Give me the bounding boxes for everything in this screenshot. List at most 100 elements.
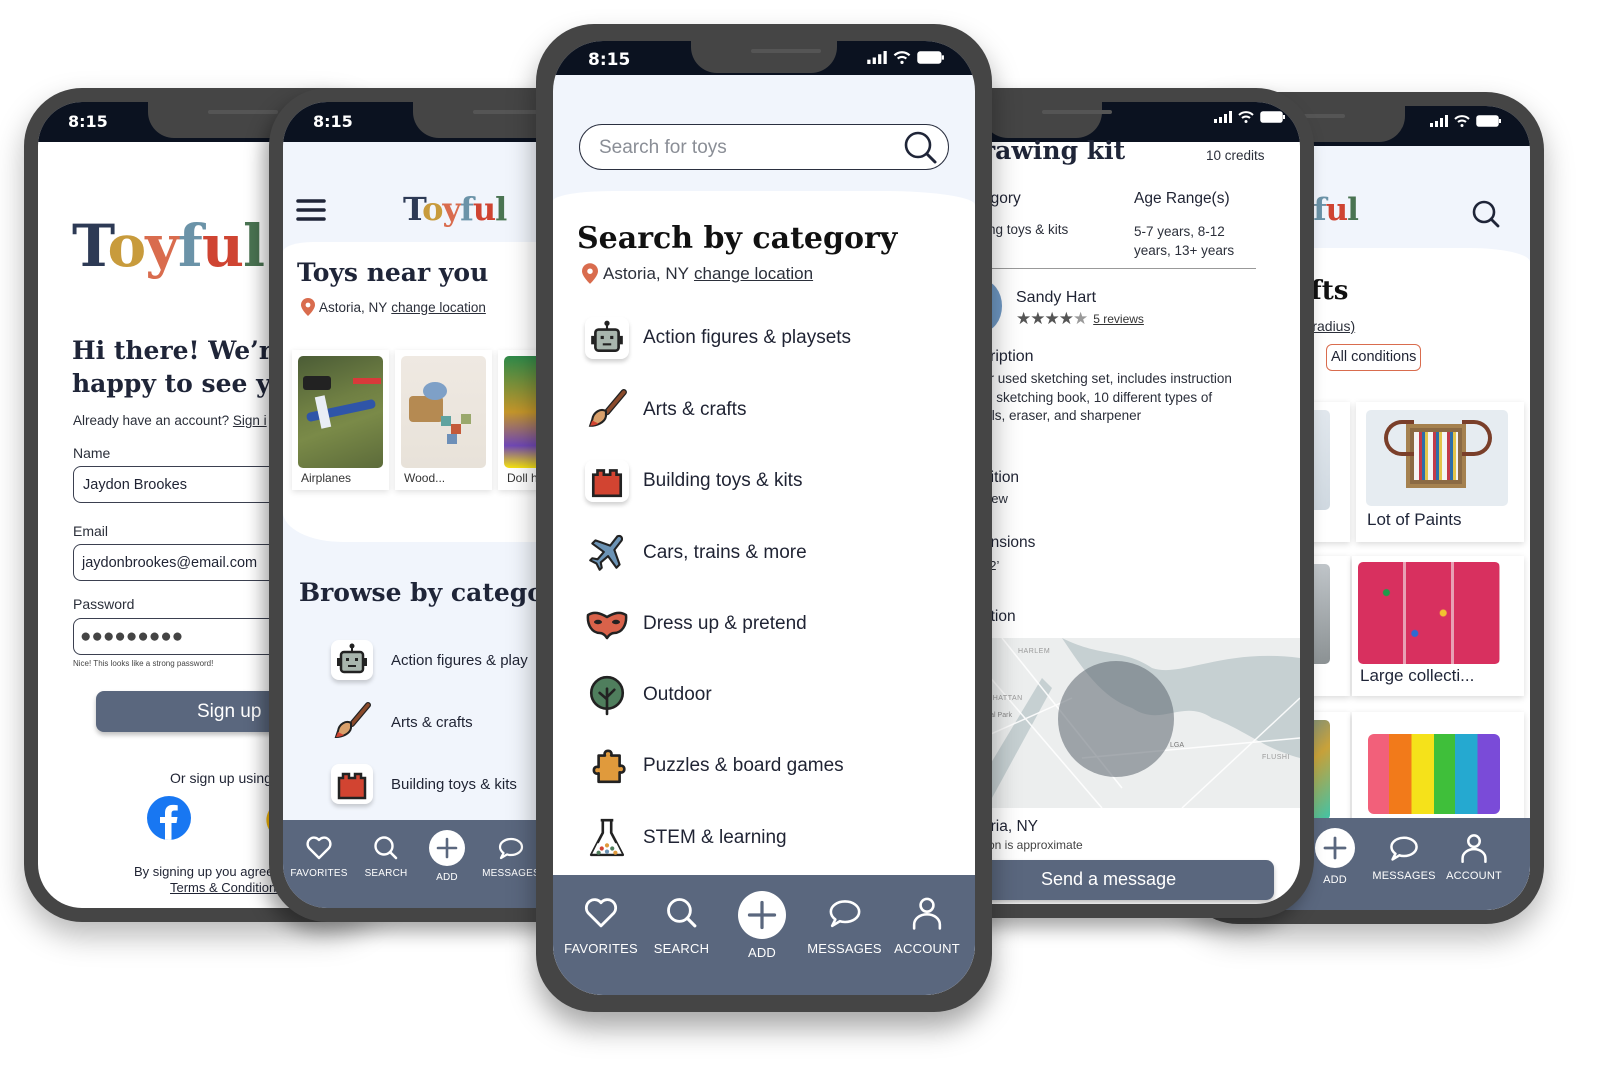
building-block-icon bbox=[331, 764, 373, 804]
category-item[interactable]: Action figures & playsets bbox=[585, 317, 851, 359]
browse-by-category-title: Browse by catego bbox=[299, 578, 544, 607]
notch bbox=[982, 102, 1112, 138]
nav-search[interactable]: SEARCH bbox=[644, 895, 720, 956]
nav-favorites[interactable]: FAVORITES bbox=[283, 834, 355, 879]
beads-image bbox=[1358, 562, 1500, 664]
nav-account[interactable]: ACCOUNT bbox=[889, 895, 965, 956]
change-location-link[interactable]: change location bbox=[391, 300, 486, 315]
menu-button[interactable] bbox=[296, 198, 326, 222]
map-label-harlem: HARLEM bbox=[1018, 648, 1051, 655]
seller-rating: ★★★★★ 5 reviews bbox=[1016, 309, 1144, 329]
chat-bubble-icon bbox=[498, 837, 524, 860]
detail-screen: 15 rawing kit 10 credits egory ling toys… bbox=[982, 102, 1300, 904]
status-icons bbox=[867, 51, 945, 64]
battery-icon bbox=[1260, 111, 1285, 123]
item-title: rawing kit bbox=[982, 136, 1126, 165]
change-location-link[interactable]: change location bbox=[694, 264, 813, 284]
heart-icon bbox=[584, 898, 618, 928]
reviews-link[interactable]: 5 reviews bbox=[1093, 312, 1144, 326]
robot-icon bbox=[585, 317, 629, 359]
search-button[interactable] bbox=[1470, 198, 1502, 230]
nav-messages[interactable]: MESSAGES bbox=[805, 895, 885, 956]
filter-chip-all-conditions[interactable]: All conditions bbox=[1326, 344, 1422, 371]
category-item[interactable]: Outdoor bbox=[585, 674, 712, 716]
location-pin-icon bbox=[301, 298, 315, 316]
signup-heading: Hi there! We’re happy to see yo bbox=[72, 336, 288, 398]
hamburger-icon bbox=[296, 199, 326, 221]
terms-link[interactable]: Terms & Conditions bbox=[170, 880, 283, 895]
add-icon bbox=[1315, 828, 1355, 868]
chat-bubble-icon bbox=[829, 900, 860, 928]
person-icon bbox=[1461, 834, 1487, 863]
airplane-icon bbox=[585, 532, 629, 574]
sign-in-link[interactable]: Sign i bbox=[233, 413, 267, 428]
category-item[interactable]: Action figures & play bbox=[331, 640, 528, 680]
battery-icon bbox=[1476, 115, 1501, 127]
paintbrush-icon bbox=[585, 389, 629, 431]
location-row: Astoria, NY change location bbox=[582, 263, 813, 284]
location-map[interactable]: HARLEM ANHATTAN ntral Park LGA FLUSHI bbox=[982, 638, 1300, 808]
category-item[interactable]: Cars, trains & more bbox=[585, 532, 807, 574]
category-item[interactable]: Arts & crafts bbox=[331, 702, 473, 742]
notch bbox=[691, 41, 837, 73]
location-pin-icon bbox=[582, 263, 598, 284]
battery-icon bbox=[917, 51, 944, 64]
paintbrush-icon bbox=[331, 702, 373, 742]
robot-icon bbox=[331, 640, 373, 680]
nav-messages[interactable]: MESSAGES bbox=[477, 834, 545, 879]
result-card[interactable]: Large collecti... bbox=[1352, 556, 1524, 696]
category-item[interactable]: STEM & learning bbox=[585, 817, 787, 859]
chat-bubble-icon bbox=[1390, 836, 1418, 861]
seller-name: Sandy Hart bbox=[1016, 289, 1097, 306]
facebook-icon bbox=[160, 804, 178, 840]
toy-card[interactable]: Airplanes bbox=[292, 350, 389, 490]
facebook-button[interactable] bbox=[147, 796, 191, 840]
toyful-logo: Toyful bbox=[72, 212, 265, 280]
nav-add[interactable]: ADD bbox=[417, 830, 477, 883]
tree-icon bbox=[585, 674, 629, 716]
divider bbox=[982, 268, 1256, 269]
wifi-icon bbox=[893, 51, 911, 64]
category-item[interactable]: Puzzles & board games bbox=[585, 745, 844, 787]
location-row: Astoria, NY change location bbox=[301, 298, 486, 316]
status-time: 8:15 bbox=[588, 50, 631, 70]
search-screen: 8:15 Search for toys Search by category … bbox=[553, 41, 975, 995]
map-label-lga: LGA bbox=[1170, 742, 1185, 749]
wifi-icon bbox=[1238, 111, 1254, 123]
signal-icon bbox=[867, 51, 887, 64]
category-item[interactable]: Arts & crafts bbox=[585, 389, 746, 431]
location-note: tion is approximate bbox=[982, 838, 1083, 852]
add-icon bbox=[738, 891, 786, 939]
mask-icon bbox=[585, 603, 629, 645]
category-item[interactable]: Dress up & pretend bbox=[585, 603, 807, 645]
already-account-text: Already have an account? Sign i bbox=[73, 413, 267, 428]
signal-icon bbox=[1430, 115, 1448, 127]
category-item[interactable]: Building toys & kits bbox=[585, 460, 802, 502]
category-item[interactable]: Building toys & kits bbox=[331, 764, 517, 804]
building-block-icon bbox=[585, 460, 629, 502]
threads-image bbox=[1368, 734, 1500, 814]
nav-search[interactable]: SEARCH bbox=[355, 834, 417, 879]
signal-icon bbox=[1214, 111, 1232, 123]
nav-favorites[interactable]: FAVORITES bbox=[563, 895, 639, 956]
nav-add[interactable]: ADD bbox=[724, 891, 800, 960]
password-hint: Nice! This looks like a strong password! bbox=[73, 659, 214, 668]
nav-account[interactable]: ACCOUNT bbox=[1442, 832, 1506, 882]
bottom-nav: FAVORITES SEARCH ADD MESSAGES ACCOUNT bbox=[553, 875, 975, 995]
age-range-value: 5-7 years, 8-12 years, 13+ years bbox=[1134, 224, 1235, 258]
map-label-flushing: FLUSHI bbox=[1262, 754, 1290, 761]
airplanes-image bbox=[298, 356, 383, 468]
nav-messages[interactable]: MESSAGES bbox=[1366, 832, 1442, 882]
email-label: Email bbox=[73, 523, 109, 539]
wifi-icon bbox=[1454, 115, 1470, 127]
toyful-logo: Toyful bbox=[403, 190, 507, 228]
search-input[interactable]: Search for toys bbox=[579, 124, 949, 170]
password-label: Password bbox=[73, 596, 135, 612]
toy-card[interactable]: Wood... bbox=[395, 350, 492, 490]
person-icon bbox=[912, 897, 942, 930]
item-credits: 10 credits bbox=[1206, 148, 1265, 163]
result-card[interactable]: Lot of Paints bbox=[1356, 402, 1524, 542]
send-message-button[interactable]: Send a message bbox=[982, 860, 1274, 900]
search-icon[interactable] bbox=[902, 129, 940, 167]
search-icon bbox=[374, 836, 398, 860]
